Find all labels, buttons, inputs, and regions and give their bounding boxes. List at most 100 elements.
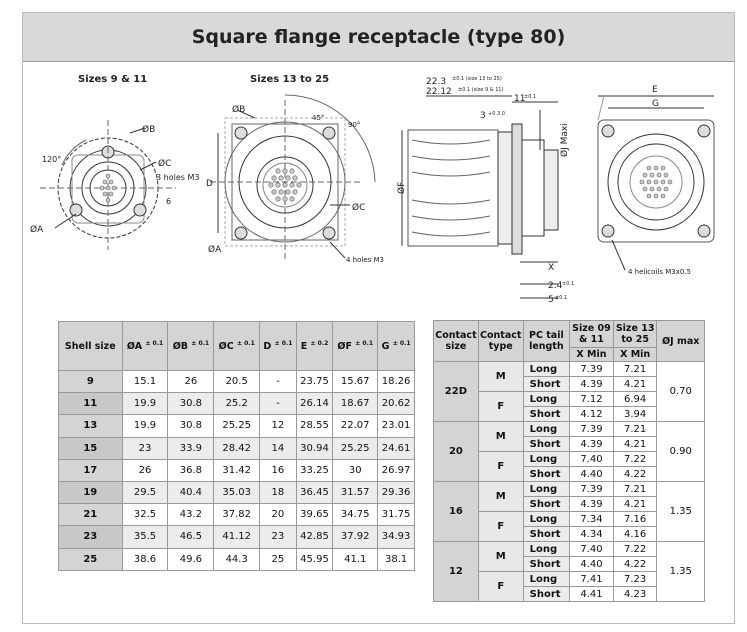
- tail-length-cell: Short: [522, 376, 571, 392]
- dimension-cell: 12: [259, 414, 297, 438]
- x-min-cell: 3.94: [612, 406, 658, 422]
- dimension-cell: 18.26: [377, 369, 415, 394]
- label-dim-e: E: [652, 85, 658, 95]
- table-row: 17 26 36.8 31.42 16 33.25 30 26.97: [58, 458, 415, 482]
- x-min-cell: 7.40: [569, 541, 614, 557]
- x-min-cell: 7.22: [612, 541, 658, 557]
- dimension-cell: 45.95: [295, 547, 334, 571]
- label-dim-5-tol: ±0.1: [555, 295, 567, 301]
- contact-type-cell: F: [477, 571, 524, 602]
- label-dim-22-12: 22.12: [426, 87, 452, 97]
- label-dia-b-2: ØB: [232, 104, 245, 115]
- x-min-cell: 4.39: [569, 376, 614, 392]
- dimension-cell: 34.75: [332, 503, 379, 527]
- label-angle-45: 45°: [312, 114, 324, 122]
- label-dia-a-2: ØA: [208, 244, 222, 255]
- shell-size-cell: 13: [58, 414, 123, 438]
- x-min-cell: 7.39: [569, 361, 614, 377]
- shell-size-cell: 9: [58, 369, 123, 394]
- dimension-cell: 33.25: [295, 458, 334, 482]
- x-min-cell: 4.39: [569, 496, 614, 512]
- dimension-cell: 26: [121, 458, 169, 482]
- x-min-cell: 4.41: [569, 586, 614, 602]
- x-min-cell: 7.22: [612, 451, 658, 467]
- label-dia-b-1: ØB: [142, 124, 155, 135]
- tail-length-cell: Long: [522, 391, 571, 407]
- dimension-cell: -: [259, 369, 297, 394]
- dimension-cell: 34.93: [377, 525, 415, 549]
- tail-length-cell: Short: [522, 436, 571, 452]
- tail-length-cell: Long: [522, 541, 571, 557]
- label-dim-d: D: [206, 179, 213, 189]
- dimension-cell: 42.85: [295, 525, 334, 549]
- dimension-cell: 37.82: [213, 503, 260, 527]
- t1-h4: D ± 0.1: [259, 321, 297, 371]
- tail-length-cell: Long: [522, 361, 571, 377]
- dimension-cell: 32.5: [121, 503, 169, 527]
- x-min-cell: 7.23: [612, 571, 658, 587]
- dimension-cell: 36.45: [295, 480, 334, 505]
- x-min-cell: 7.39: [569, 481, 614, 497]
- shell-size-cell: 15: [58, 436, 123, 460]
- x-min-cell: 4.22: [612, 466, 658, 482]
- dimension-cell: 30: [332, 458, 379, 482]
- table1-body: 9 15.1 26 20.5-23.75 15.67 18.26 11 19.9 30.8 25.…: [58, 369, 415, 571]
- dimension-cell: 25: [259, 547, 297, 571]
- dimension-cell: 43.2: [167, 503, 215, 527]
- dimension-cell: 31.75: [377, 503, 415, 527]
- tail-length-cell: Long: [522, 421, 571, 437]
- label-dia-c-1: ØC: [158, 158, 171, 169]
- x-min-cell: 7.41: [569, 571, 614, 587]
- t2-h-size-09: Size 09 & 11: [569, 320, 614, 348]
- dimension-cell: 20.5: [213, 369, 260, 394]
- x-min-cell: 4.40: [569, 556, 614, 572]
- dimension-cell: 36.8: [167, 458, 215, 482]
- x-min-cell: 4.16: [612, 526, 658, 542]
- label-dim-22-3: 22.3: [426, 77, 446, 87]
- dimension-cell: 24.61: [377, 436, 415, 460]
- x-min-cell: 4.22: [612, 556, 658, 572]
- drawing-size-9-11: [40, 120, 176, 250]
- contact-type-cell: F: [477, 511, 524, 542]
- shell-size-cell: 19: [58, 480, 123, 505]
- drawing-side-view: [401, 95, 559, 299]
- label-dim-5: 5: [548, 295, 554, 305]
- dimension-cell: 25.25: [332, 436, 379, 460]
- table-row: 25 38.6 49.6 44.3 25 45.95 41.1 38.1: [58, 547, 415, 571]
- x-min-cell: 4.23: [612, 586, 658, 602]
- t1-h2: ØB ± 0.1: [167, 321, 215, 371]
- dimension-cell: 23: [259, 525, 297, 549]
- t1-h7: G ± 0.1: [377, 321, 415, 371]
- dimension-cell: 30.8: [167, 392, 215, 416]
- label-dia-a-1: ØA: [30, 224, 44, 235]
- t1-h5: E ± 0.2: [295, 321, 334, 371]
- tail-length-cell: Short: [522, 406, 571, 422]
- x-min-cell: 4.39: [569, 436, 614, 452]
- x-min-cell: 7.16: [612, 511, 658, 527]
- label-dim-22-12-tol: ±0.1 (size 9 & 11): [458, 87, 504, 93]
- j-max-cell: 0.70: [656, 361, 705, 422]
- x-min-cell: 7.21: [612, 361, 658, 377]
- t1-h3: ØC ± 0.1: [213, 321, 260, 371]
- table-row: 11 19.9 30.8 25.2-26.14 18.67 20.62: [58, 392, 415, 416]
- x-min-cell: 4.21: [612, 436, 658, 452]
- label-holes-3: 3 holes M3: [156, 173, 199, 182]
- table-row: 21 32.5 43.2 37.82 20 39.65 34.75 31.75: [58, 503, 415, 527]
- dimension-cell: 19.9: [121, 392, 169, 416]
- dimension-cell: 31.42: [213, 458, 260, 482]
- label-holes-4: 4 holes M3: [346, 256, 384, 264]
- j-max-cell: 1.35: [656, 541, 705, 602]
- contact-size-cell: 22D: [433, 361, 479, 422]
- shell-size-cell: 17: [58, 458, 123, 482]
- dimension-cell: 19.9: [121, 414, 169, 438]
- table-row: 15 23 33.9 28.42 14 30.94 25.25 24.61: [58, 436, 415, 460]
- dimension-cell: 39.65: [295, 503, 334, 527]
- contact-type-cell: F: [477, 391, 524, 422]
- dimension-cell: 18.67: [332, 392, 379, 416]
- t2-h-xmin1: X Min: [569, 347, 614, 362]
- label-dim-x: X: [548, 263, 554, 273]
- label-dia-c-2: ØC: [352, 202, 365, 213]
- dimension-cell: 29.5: [121, 480, 169, 505]
- label-dim-11-tol: ±0.1: [524, 94, 536, 100]
- table-row: 19 29.5 40.4 35.03 18 36.45 31.57 29.36: [58, 480, 415, 505]
